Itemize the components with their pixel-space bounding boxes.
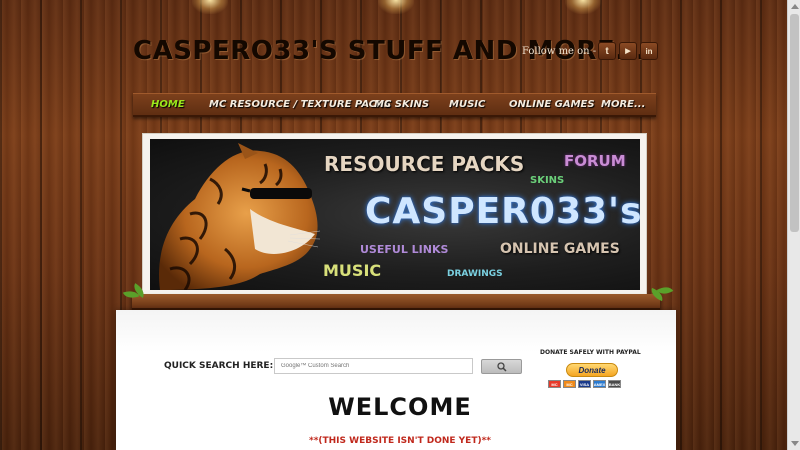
payment-cards: MC MC VISA AMEX BANK xyxy=(548,380,621,388)
amex-icon: AMEX xyxy=(593,380,606,388)
banner-resource-packs: RESOURCE PACKS xyxy=(324,152,525,176)
main-navigation: HOME MC RESOURCE / TEXTURE PACKS MC SKIN… xyxy=(133,93,656,117)
nav-item-online-games[interactable]: ONLINE GAMES xyxy=(509,99,595,110)
tiger-image xyxy=(159,143,320,290)
scrollbar-thumb[interactable] xyxy=(790,14,799,232)
visa-icon: VISA xyxy=(578,380,591,388)
banner-title-name: CASPER033's xyxy=(365,191,640,232)
youtube-icon[interactable]: ▶ xyxy=(619,42,637,60)
banner-forum: FORUM xyxy=(564,152,626,170)
quick-search-label: QUICK SEARCH HERE: xyxy=(164,361,274,371)
nav-item-resource-packs[interactable]: MC RESOURCE / TEXTURE PACKS xyxy=(209,99,391,110)
twitter-icon[interactable]: t xyxy=(598,42,616,60)
nav-item-skins[interactable]: MC SKINS xyxy=(374,99,429,110)
nav-item-more[interactable]: MORE... xyxy=(601,99,645,110)
scroll-down-icon[interactable] xyxy=(791,441,799,446)
ceiling-lamp xyxy=(565,0,601,14)
vertical-scrollbar[interactable] xyxy=(787,0,800,450)
linkedin-icon[interactable]: in xyxy=(640,42,658,60)
search-button[interactable] xyxy=(481,359,522,374)
nav-item-home[interactable]: HOME xyxy=(151,99,185,110)
banner-useful-links: USEFUL LINKS xyxy=(360,243,449,256)
search-icon xyxy=(496,361,507,372)
ceiling-lamp xyxy=(378,0,414,14)
donate-label: DONATE SAFELY WITH PAYPAL xyxy=(540,349,641,356)
banner-online-games: ONLINE GAMES xyxy=(500,241,620,257)
nav-item-music[interactable]: MUSIC xyxy=(449,99,485,110)
banner-drawings: DRAWINGS xyxy=(447,269,503,279)
header-banner: RESOURCE PACKS FORUM SKINS CASPER033's U… xyxy=(150,139,640,290)
donate-button[interactable]: Donate xyxy=(566,363,618,377)
not-done-note: **(THIS WEBSITE ISN'T DONE YET)** xyxy=(308,436,491,446)
ceiling-lamp xyxy=(192,0,228,14)
wooden-shelf xyxy=(132,294,660,310)
banner-skins: SKINS xyxy=(530,175,565,186)
welcome-heading: WELCOME xyxy=(328,393,472,421)
maestro-icon: MC xyxy=(563,380,576,388)
mastercard-icon: MC xyxy=(548,380,561,388)
scroll-up-icon[interactable] xyxy=(791,4,799,9)
search-input[interactable] xyxy=(274,358,473,374)
banner-music: MUSIC xyxy=(323,261,382,280)
bank-icon: BANK xyxy=(608,380,621,388)
